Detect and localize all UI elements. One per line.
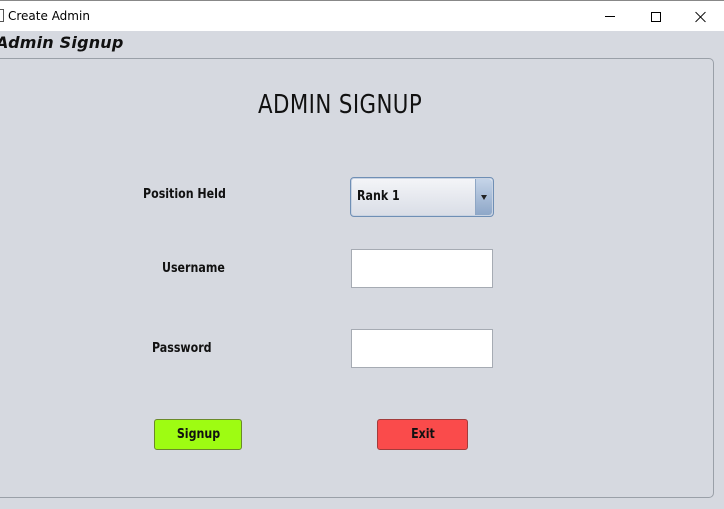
position-held-dropdown[interactable]: Rank 1 (350, 177, 494, 217)
signup-button-label: Signup (176, 427, 220, 442)
username-input[interactable] (352, 250, 492, 287)
password-label: Password (152, 341, 212, 356)
maximize-button[interactable] (633, 1, 679, 32)
close-button[interactable] (678, 1, 724, 32)
exit-button[interactable]: Exit (377, 419, 468, 450)
chevron-down-icon (481, 194, 487, 200)
signup-button[interactable]: Signup (154, 419, 242, 450)
minimize-icon (605, 16, 615, 17)
form-heading: ADMIN SIGNUP (258, 90, 423, 120)
password-input[interactable] (352, 330, 492, 367)
position-held-label: Position Held (143, 187, 226, 202)
password-field-wrapper (351, 329, 493, 368)
position-held-selected-value: Rank 1 (357, 189, 400, 204)
window-title: Create Admin (8, 9, 90, 23)
username-field-wrapper (351, 249, 493, 288)
close-icon (695, 11, 707, 23)
frame-title: Admin Signup (0, 33, 124, 52)
app-icon (0, 9, 4, 22)
window-titlebar: Create Admin (0, 0, 724, 31)
minimize-button[interactable] (587, 1, 633, 32)
maximize-icon (651, 11, 661, 22)
exit-button-label: Exit (410, 427, 435, 442)
dropdown-arrow-button[interactable] (475, 179, 492, 215)
username-label: Username (162, 261, 225, 276)
